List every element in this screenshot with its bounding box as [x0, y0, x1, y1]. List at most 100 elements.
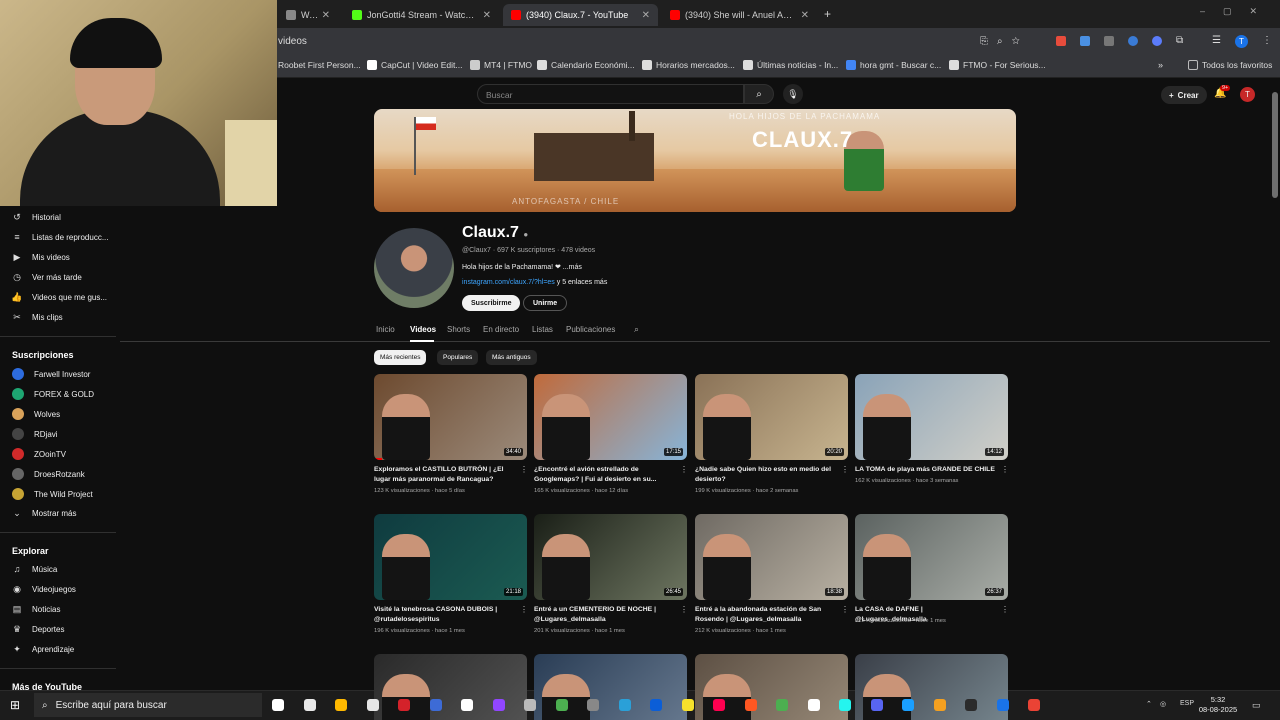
- video-title[interactable]: Entré a un CEMENTERIO DE NOCHE | @Lugare…: [534, 605, 674, 625]
- video-menu-icon[interactable]: ⋮: [520, 605, 528, 614]
- sidebar-item[interactable]: ▶ Mis videos: [12, 252, 70, 262]
- video-thumbnail[interactable]: 14:12: [855, 374, 1008, 460]
- more-links[interactable]: y 5 enlaces más: [557, 279, 608, 286]
- all-bookmarks[interactable]: Todos los favoritos: [1188, 60, 1272, 70]
- profile-avatar[interactable]: T: [1235, 35, 1248, 48]
- instagram-link[interactable]: instagram.com/claux.7/?hl=es: [462, 279, 555, 286]
- sidebar-item[interactable]: ✂ Mis clips: [12, 312, 62, 322]
- voice-search-button[interactable]: 🎙: [783, 84, 803, 104]
- video-menu-icon[interactable]: ⋮: [520, 465, 528, 474]
- channel-tab[interactable]: Listas: [532, 325, 553, 334]
- taskbar-search[interactable]: ⌕ Escribe aquí para buscar: [34, 693, 262, 717]
- tray-chevron-icon[interactable]: ⌃: [1146, 700, 1152, 708]
- windows-start-icon[interactable]: ⊞: [10, 698, 20, 712]
- browser-tab[interactable]: Watch Live ✕: [278, 4, 338, 26]
- close-tab-icon[interactable]: ✕: [483, 10, 491, 21]
- video-menu-icon[interactable]: ⋮: [1001, 465, 1009, 474]
- bookmark-item[interactable]: Últimas noticias - In...: [743, 60, 838, 70]
- bookmark-item[interactable]: MT4 | FTMO: [470, 60, 532, 70]
- browser-tab[interactable]: JonGotti4 Stream - Watch Live o ✕: [344, 4, 499, 26]
- subscription-item[interactable]: DroesRotzank: [12, 468, 85, 480]
- subscription-item[interactable]: RDjavi: [12, 428, 58, 440]
- taskbar-app-icon[interactable]: [398, 699, 410, 711]
- subscription-item[interactable]: Farwell Investor: [12, 368, 90, 380]
- subscription-item[interactable]: Wolves: [12, 408, 60, 420]
- channel-search-icon[interactable]: ⌕: [634, 324, 639, 335]
- channel-tab[interactable]: Videos: [410, 325, 436, 334]
- menu-list-icon[interactable]: ☰: [1212, 35, 1221, 46]
- subscription-item[interactable]: ZOoinTV: [12, 448, 66, 460]
- taskbar-app-icon[interactable]: [555, 699, 568, 711]
- explore-item[interactable]: ♫ Música: [12, 564, 58, 574]
- taskbar-app-icon[interactable]: [681, 699, 694, 711]
- toolbar-icons[interactable]: ⎘⌕☆: [980, 36, 1029, 47]
- video-menu-icon[interactable]: ⋮: [841, 605, 849, 614]
- network-icon[interactable]: ◎: [1160, 700, 1166, 708]
- video-title[interactable]: Exploramos el CASTILLO BUTRÓN | ¿El luga…: [374, 465, 514, 485]
- taskbar-app-icon[interactable]: [524, 699, 536, 711]
- taskbar-app-icon[interactable]: [870, 699, 883, 711]
- sidebar-item[interactable]: ≡ Listas de reproducc...: [12, 232, 108, 242]
- bookmark-item[interactable]: Horarios mercados...: [642, 60, 735, 70]
- search-button[interactable]: ⌕: [744, 84, 774, 104]
- create-button[interactable]: + Crear: [1161, 86, 1207, 104]
- extension-icon-4[interactable]: [1152, 36, 1162, 46]
- video-thumbnail[interactable]: 26:37: [855, 514, 1008, 600]
- notification-center-icon[interactable]: ▭: [1252, 700, 1261, 711]
- taskbar-app-icon[interactable]: [839, 699, 851, 711]
- taskbar-app-icon[interactable]: [807, 699, 820, 711]
- video-menu-icon[interactable]: ⋮: [1001, 605, 1009, 614]
- explore-item[interactable]: ♛ Deportes: [12, 624, 65, 634]
- taskbar-app-icon[interactable]: [744, 699, 757, 711]
- video-thumbnail[interactable]: 20:20: [695, 374, 848, 460]
- channel-tab[interactable]: Shorts: [447, 325, 470, 334]
- close-tab-icon[interactable]: ✕: [322, 10, 330, 21]
- chevron-right-icon[interactable]: »: [1158, 60, 1163, 70]
- account-avatar[interactable]: T: [1240, 87, 1255, 102]
- subscription-item[interactable]: FOREX & GOLD: [12, 388, 94, 400]
- channel-tab[interactable]: Publicaciones: [566, 325, 615, 334]
- taskbar-app-icon[interactable]: [366, 699, 379, 711]
- subscription-item[interactable]: The Wild Project: [12, 488, 93, 500]
- filter-chip[interactable]: Populares: [437, 350, 479, 365]
- channel-tab[interactable]: En directo: [483, 325, 519, 334]
- video-menu-icon[interactable]: ⋮: [680, 605, 688, 614]
- taskbar-app-icon[interactable]: [587, 699, 599, 711]
- video-title[interactable]: Entré a la abandonada estación de San Ro…: [695, 605, 835, 625]
- video-thumbnail[interactable]: 26:45: [534, 514, 687, 600]
- address-field[interactable]: videos: [278, 36, 307, 47]
- sidebar-item[interactable]: 👍 Videos que me gus...: [11, 292, 107, 302]
- video-thumbnail[interactable]: 21:18: [374, 514, 527, 600]
- language-indicator[interactable]: ESP: [1180, 700, 1194, 707]
- video-title[interactable]: LA TOMA de playa más GRANDE DE CHILE: [855, 465, 995, 475]
- show-more-button[interactable]: ⌄ Mostrar más: [12, 508, 76, 518]
- join-button[interactable]: Unirme: [523, 295, 568, 311]
- extension-icon[interactable]: [1056, 36, 1066, 46]
- bookmark-item[interactable]: hora gmt - Buscar c...: [846, 60, 941, 70]
- explore-item[interactable]: ✦ Aprendizaje: [12, 644, 74, 654]
- video-title[interactable]: ¿Nadie sabe Quien hizo esto en medio del…: [695, 465, 835, 485]
- taskbar-app-icon[interactable]: [933, 699, 946, 711]
- video-title[interactable]: ¿Encontré el avión estrellado de Googlem…: [534, 465, 674, 485]
- window-controls[interactable]: –▢✕: [1200, 6, 1275, 17]
- bookmark-item[interactable]: CapCut | Video Edit...: [367, 60, 462, 70]
- taskbar-app-icon[interactable]: [650, 699, 662, 711]
- system-clock[interactable]: 5:32 08-08-2025: [1198, 695, 1238, 715]
- translate-icon[interactable]: [1080, 36, 1090, 46]
- browser-tab[interactable]: (3940) Claux.7 - YouTube ✕: [503, 4, 658, 26]
- sidebar-item[interactable]: ↺ Historial: [12, 212, 61, 222]
- taskbar-app-icon[interactable]: [996, 699, 1009, 711]
- explore-item[interactable]: ▤ Noticias: [12, 604, 61, 614]
- new-tab-button[interactable]: +: [824, 7, 831, 21]
- taskbar-app-icon[interactable]: [303, 699, 316, 711]
- close-tab-icon[interactable]: ✕: [642, 10, 650, 21]
- page-scrollbar[interactable]: [1272, 92, 1278, 198]
- video-thumbnail[interactable]: 17:15: [534, 374, 687, 460]
- taskbar-app-icon[interactable]: [1028, 699, 1040, 711]
- taskbar-app-icon[interactable]: [902, 699, 914, 711]
- bookmark-item[interactable]: Calendario Económi...: [537, 60, 635, 70]
- taskbar-app-icon[interactable]: [492, 699, 505, 711]
- filter-chip[interactable]: Más recientes: [374, 350, 427, 365]
- extension-icon-2[interactable]: [1104, 36, 1114, 46]
- close-tab-icon[interactable]: ✕: [801, 10, 809, 21]
